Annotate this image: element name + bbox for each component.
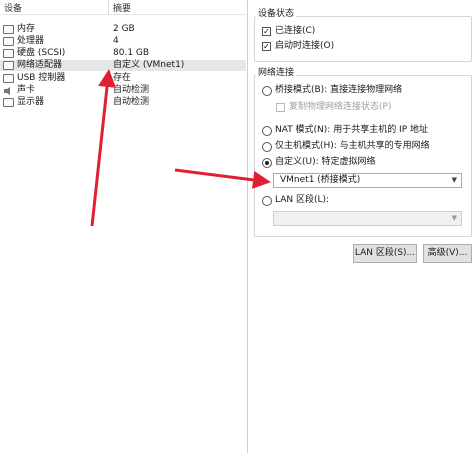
device-summary: 4	[113, 36, 119, 46]
replicate-state-label[interactable]: 复制物理网络连接状态(P)	[289, 102, 391, 113]
usb-controller-icon	[3, 74, 14, 83]
device-name: 硬盘 (SCSI)	[17, 48, 66, 58]
device-summary: 2 GB	[113, 24, 135, 34]
device-row-network-adapter[interactable]: 网络适配器 自定义 (VMnet1)	[0, 60, 246, 71]
bridged-radio[interactable]	[262, 86, 272, 96]
sound-card-icon	[3, 86, 14, 95]
replicate-state-checkbox[interactable]	[276, 103, 285, 112]
advanced-button[interactable]: 高级(V)...	[423, 244, 472, 263]
device-status-title: 设备状态	[256, 9, 297, 20]
device-row-memory[interactable]: 内存 2 GB	[0, 24, 246, 35]
summary-column-header[interactable]: 摘要	[113, 1, 131, 14]
network-adapter-icon	[3, 61, 14, 70]
lan-segment-label[interactable]: LAN 区段(L):	[275, 195, 329, 206]
chevron-down-icon: ▼	[451, 214, 457, 222]
device-name: 网络适配器	[17, 60, 63, 70]
lan-segments-button[interactable]: LAN 区段(S)...	[353, 244, 417, 263]
custom-radio[interactable]	[262, 158, 272, 168]
custom-network-select[interactable]: VMnet1 (桥接模式) ▼	[273, 173, 462, 188]
connected-label[interactable]: 已连接(C)	[275, 26, 315, 37]
device-name: 显示器	[17, 97, 45, 107]
device-summary: 自动检测	[113, 97, 150, 107]
network-connection-title: 网络连接	[256, 68, 297, 79]
chevron-down-icon: ▼	[451, 176, 457, 184]
device-row-display[interactable]: 显示器 自动检测	[0, 97, 246, 108]
device-column-header[interactable]: 设备	[4, 1, 22, 14]
device-summary: 80.1 GB	[113, 48, 150, 58]
device-name: 内存	[17, 24, 36, 34]
device-list-header: 设备 摘要	[0, 0, 246, 15]
device-summary: 自定义 (VMnet1)	[113, 60, 185, 70]
device-name: USB 控制器	[17, 73, 66, 83]
device-list-panel: 设备 摘要 内存 2 GB 处理器 4 硬盘 (SCSI) 80.1 GB 网络…	[0, 0, 248, 453]
device-name: 声卡	[17, 85, 36, 95]
device-summary: 自动检测	[113, 85, 150, 95]
device-summary: 存在	[113, 73, 132, 83]
connect-on-poweron-checkbox[interactable]: ✓	[262, 42, 271, 51]
bridged-label[interactable]: 桥接模式(B): 直接连接物理网络	[275, 85, 402, 96]
display-icon	[3, 98, 14, 107]
processor-icon	[3, 37, 14, 46]
device-row-sound-card[interactable]: 声卡 自动检测	[0, 85, 246, 96]
column-divider[interactable]	[108, 0, 109, 14]
connected-checkbox[interactable]: ✓	[262, 27, 271, 36]
nat-label[interactable]: NAT 模式(N): 用于共享主机的 IP 地址	[275, 125, 428, 136]
device-row-usb-controller[interactable]: USB 控制器 存在	[0, 73, 246, 84]
device-row-processor[interactable]: 处理器 4	[0, 36, 246, 47]
hard-disk-icon	[3, 49, 14, 58]
lan-segment-select[interactable]: ▼	[273, 211, 462, 226]
device-status-group	[254, 16, 472, 62]
host-only-label[interactable]: 仅主机模式(H): 与主机共享的专用网络	[275, 141, 430, 152]
device-name: 处理器	[17, 36, 45, 46]
custom-network-value: VMnet1 (桥接模式)	[280, 175, 361, 185]
host-only-radio[interactable]	[262, 142, 272, 152]
nat-radio[interactable]	[262, 126, 272, 136]
lan-segment-radio[interactable]	[262, 196, 272, 206]
memory-icon	[3, 25, 14, 34]
connect-on-poweron-label[interactable]: 启动时连接(O)	[275, 41, 334, 52]
custom-label[interactable]: 自定义(U): 特定虚拟网络	[275, 157, 376, 168]
device-row-hard-disk[interactable]: 硬盘 (SCSI) 80.1 GB	[0, 48, 246, 59]
